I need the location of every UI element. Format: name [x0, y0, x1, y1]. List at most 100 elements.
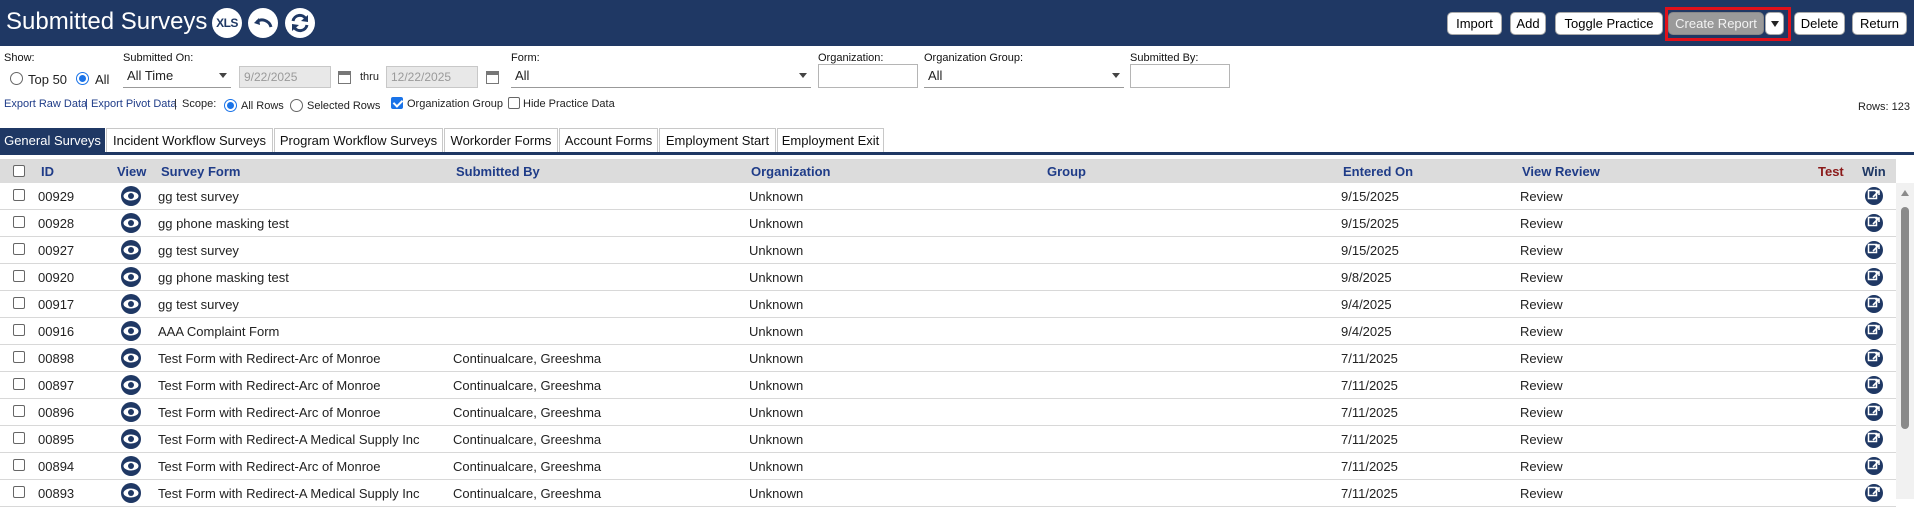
scroll-up-icon[interactable] — [1901, 190, 1909, 196]
table-row[interactable]: 00920 gg phone masking test Unknown 9/8/202… — [0, 264, 1896, 291]
open-window-icon[interactable] — [1864, 321, 1884, 341]
calendar-icon[interactable] — [338, 71, 351, 84]
col-view[interactable]: View — [117, 164, 146, 179]
open-window-icon[interactable] — [1864, 348, 1884, 368]
org-group-checkbox[interactable] — [391, 97, 403, 109]
row-checkbox[interactable] — [13, 297, 25, 309]
col-entered-on[interactable]: Entered On — [1343, 164, 1413, 179]
row-checkbox[interactable] — [13, 432, 25, 444]
toggle-practice-button[interactable]: Toggle Practice — [1555, 12, 1663, 35]
organization-input[interactable] — [818, 64, 918, 88]
delete-button[interactable]: Delete — [1794, 12, 1845, 35]
col-survey-form[interactable]: Survey Form — [161, 164, 240, 179]
hide-practice-checkbox[interactable] — [508, 97, 520, 109]
open-window-icon[interactable] — [1864, 294, 1884, 314]
import-button[interactable]: Import — [1447, 12, 1502, 35]
table-row[interactable]: 00893 Test Form with Redirect-A Medical S… — [0, 480, 1896, 507]
table-row[interactable]: 00894 Test Form with Redirect-Arc of Monr… — [0, 453, 1896, 480]
cell-view-review[interactable]: Review — [1520, 216, 1563, 231]
table-row[interactable]: 00895 Test Form with Redirect-A Medical S… — [0, 426, 1896, 453]
cell-view-review[interactable]: Review — [1520, 405, 1563, 420]
refresh-icon[interactable] — [285, 8, 315, 38]
table-row[interactable]: 00928 gg phone masking test Unknown 9/15/20… — [0, 210, 1896, 237]
scrollbar-thumb[interactable] — [1901, 207, 1909, 429]
open-window-icon[interactable] — [1864, 240, 1884, 260]
open-window-icon[interactable] — [1864, 186, 1884, 206]
cell-view-review[interactable]: Review — [1520, 243, 1563, 258]
view-eye-icon[interactable] — [120, 374, 142, 396]
view-eye-icon[interactable] — [120, 239, 142, 261]
tab-employment-exit[interactable]: Employment Exit — [777, 128, 884, 152]
view-eye-icon[interactable] — [120, 266, 142, 288]
view-eye-icon[interactable] — [120, 428, 142, 450]
view-eye-icon[interactable] — [120, 185, 142, 207]
row-checkbox[interactable] — [13, 486, 25, 498]
cell-view-review[interactable]: Review — [1520, 297, 1563, 312]
col-test[interactable]: Test — [1818, 164, 1844, 179]
col-id[interactable]: ID — [41, 164, 54, 179]
cell-view-review[interactable]: Review — [1520, 351, 1563, 366]
table-row[interactable]: 00927 gg test survey Unknown 9/15/2025 Revie… — [0, 237, 1896, 264]
row-checkbox[interactable] — [13, 351, 25, 363]
export-xls-icon[interactable]: XLS — [212, 8, 242, 38]
view-eye-icon[interactable] — [120, 455, 142, 477]
table-row[interactable]: 00929 gg test survey Unknown 9/15/2025 Revie… — [0, 183, 1896, 210]
row-checkbox[interactable] — [13, 405, 25, 417]
submitted-by-input[interactable] — [1130, 64, 1230, 88]
org-group-select[interactable]: All — [924, 66, 1124, 88]
open-window-icon[interactable] — [1864, 483, 1884, 503]
table-row[interactable]: 00896 Test Form with Redirect-Arc of Monr… — [0, 399, 1896, 426]
view-eye-icon[interactable] — [120, 347, 142, 369]
cell-view-review[interactable]: Review — [1520, 270, 1563, 285]
tab-general-surveys[interactable]: General Surveys — [0, 128, 105, 152]
col-organization[interactable]: Organization — [751, 164, 830, 179]
cell-view-review[interactable]: Review — [1520, 378, 1563, 393]
tab-account-forms[interactable]: Account Forms — [559, 128, 658, 152]
table-row[interactable]: 00897 Test Form with Redirect-Arc of Monr… — [0, 372, 1896, 399]
view-eye-icon[interactable] — [120, 320, 142, 342]
top50-radio[interactable] — [10, 72, 23, 85]
undo-icon[interactable] — [248, 8, 278, 38]
row-checkbox[interactable] — [13, 243, 25, 255]
return-button[interactable]: Return — [1852, 12, 1907, 35]
tab-workorder-forms[interactable]: Workorder Forms — [444, 128, 558, 152]
col-view-review[interactable]: View Review — [1522, 164, 1600, 179]
cell-view-review[interactable]: Review — [1520, 459, 1563, 474]
export-pivot-link[interactable]: Export Pivot Data — [91, 98, 177, 110]
date-to-input[interactable]: 12/22/2025 — [386, 66, 478, 88]
view-eye-icon[interactable] — [120, 482, 142, 504]
col-submitted-by[interactable]: Submitted By — [456, 164, 540, 179]
add-button[interactable]: Add — [1510, 12, 1546, 35]
open-window-icon[interactable] — [1864, 429, 1884, 449]
date-from-input[interactable]: 9/22/2025 — [239, 66, 331, 88]
tab-incident-workflow-surveys[interactable]: Incident Workflow Surveys — [106, 128, 273, 152]
row-checkbox[interactable] — [13, 216, 25, 228]
all-rows-radio[interactable] — [224, 99, 237, 112]
row-checkbox[interactable] — [13, 324, 25, 336]
open-window-icon[interactable] — [1864, 456, 1884, 476]
view-eye-icon[interactable] — [120, 293, 142, 315]
cell-view-review[interactable]: Review — [1520, 324, 1563, 339]
export-raw-link[interactable]: Export Raw Data — [4, 98, 87, 110]
open-window-icon[interactable] — [1864, 213, 1884, 233]
view-eye-icon[interactable] — [120, 212, 142, 234]
open-window-icon[interactable] — [1864, 267, 1884, 287]
submitted-on-select[interactable]: All Time — [123, 66, 231, 88]
table-row[interactable]: 00916 AAA Complaint Form Unknown 9/4/2025 Re… — [0, 318, 1896, 345]
all-radio[interactable] — [76, 72, 89, 85]
row-checkbox[interactable] — [13, 459, 25, 471]
table-row[interactable]: 00917 gg test survey Unknown 9/4/2025 Review — [0, 291, 1896, 318]
form-select[interactable]: All — [511, 66, 811, 88]
view-eye-icon[interactable] — [120, 401, 142, 423]
selected-rows-radio[interactable] — [290, 99, 303, 112]
row-checkbox[interactable] — [13, 189, 25, 201]
cell-view-review[interactable]: Review — [1520, 189, 1563, 204]
cell-view-review[interactable]: Review — [1520, 432, 1563, 447]
col-group[interactable]: Group — [1047, 164, 1086, 179]
row-checkbox[interactable] — [13, 378, 25, 390]
calendar-icon[interactable] — [486, 71, 499, 84]
row-checkbox[interactable] — [13, 270, 25, 282]
select-all-checkbox[interactable] — [13, 165, 25, 177]
open-window-icon[interactable] — [1864, 402, 1884, 422]
tab-employment-start[interactable]: Employment Start — [659, 128, 776, 152]
